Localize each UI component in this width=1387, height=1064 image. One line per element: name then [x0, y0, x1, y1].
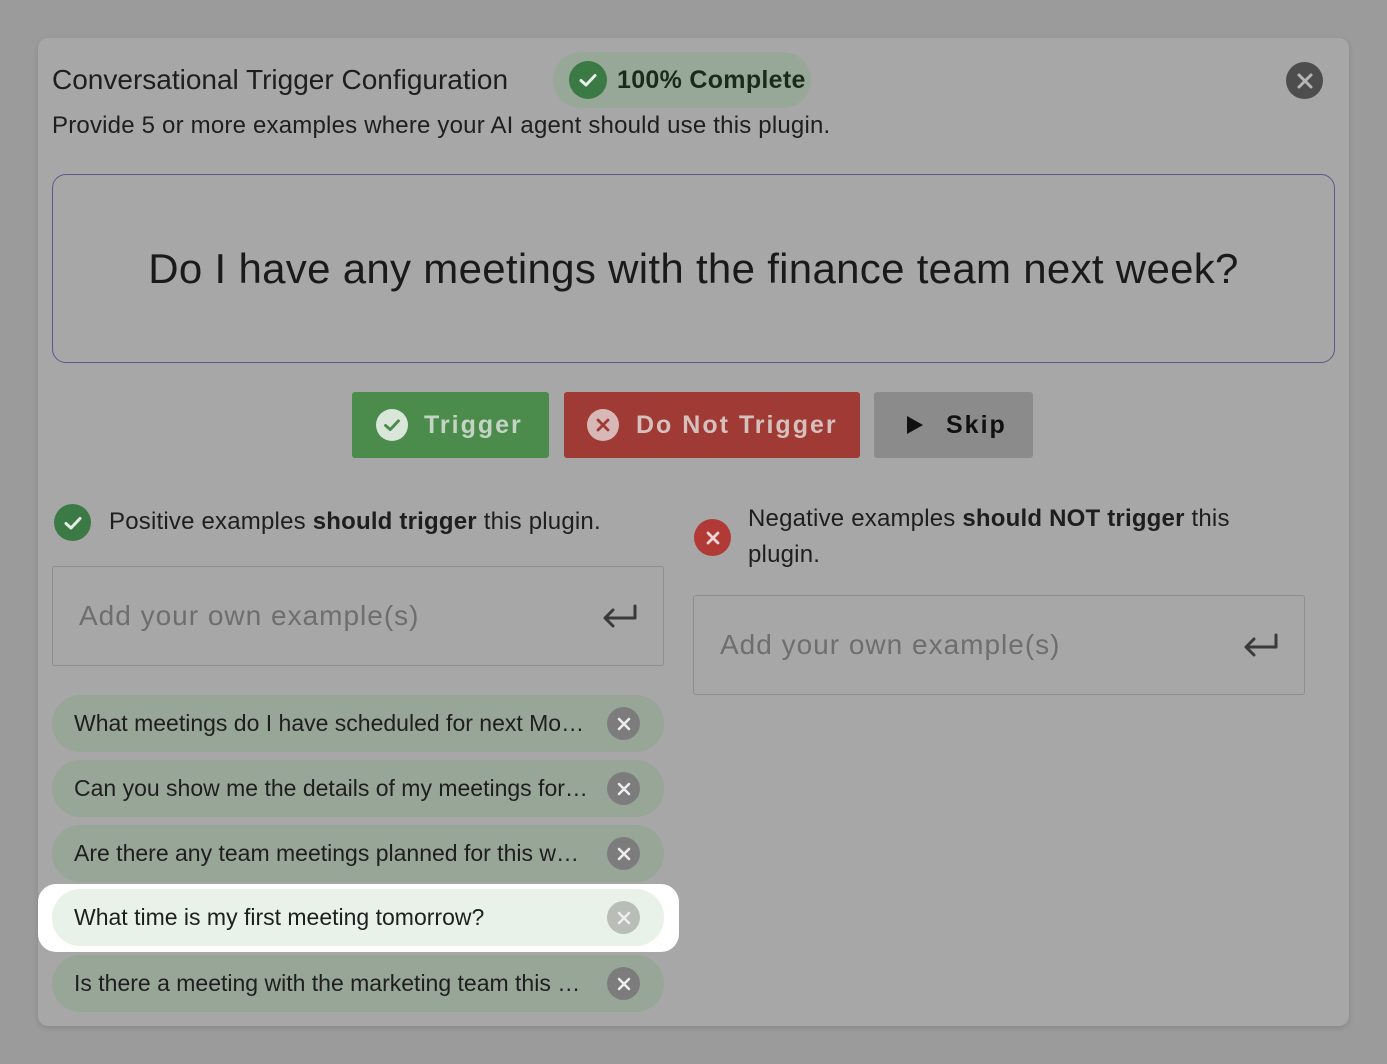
dialog-subtitle: Provide 5 or more examples where your AI…	[52, 112, 831, 139]
x-circle-icon	[587, 409, 619, 441]
highlighted-example: What time is my first meeting tomorrow?	[38, 884, 679, 952]
remove-example-icon[interactable]	[607, 901, 640, 934]
positive-example-input[interactable]	[52, 566, 664, 666]
trigger-config-dialog: Conversational Trigger Configuration 100…	[38, 38, 1349, 1026]
enter-icon[interactable]	[601, 603, 637, 629]
check-circle-icon	[54, 504, 91, 541]
check-circle-icon	[376, 409, 408, 441]
example-chip-text: What time is my first meeting tomorrow?	[74, 904, 485, 930]
example-chip: Is there a meeting with the marketing te…	[52, 955, 664, 1012]
example-chip: Can you show me the details of my meetin…	[52, 760, 664, 817]
do-not-trigger-label: Do Not Trigger	[636, 410, 838, 439]
negative-example-input[interactable]	[693, 595, 1305, 695]
completion-badge: 100% Complete	[553, 52, 811, 108]
dialog-title: Conversational Trigger Configuration	[52, 64, 509, 95]
question-text: Do I have any meetings with the finance …	[148, 244, 1239, 292]
negative-heading: Negative examples should NOT trigger thi…	[694, 501, 1294, 573]
positive-heading: Positive examples should trigger this pl…	[54, 504, 601, 541]
positive-example-field[interactable]	[79, 600, 549, 632]
play-icon	[906, 415, 924, 435]
remove-example-icon[interactable]	[607, 707, 640, 740]
x-circle-icon	[694, 519, 731, 556]
example-chip-text: What meetings do I have scheduled for ne…	[74, 710, 589, 736]
completion-label: 100% Complete	[617, 65, 806, 94]
skip-label: Skip	[946, 410, 1007, 439]
positive-heading-text: Positive examples should trigger this pl…	[109, 508, 601, 535]
example-chip: Are there any team meetings planned for …	[52, 825, 664, 882]
example-chip-text: Are there any team meetings planned for …	[74, 840, 589, 866]
negative-heading-text: Negative examples should NOT trigger thi…	[748, 505, 1230, 568]
remove-example-icon[interactable]	[607, 837, 640, 870]
check-circle-icon	[569, 61, 607, 99]
example-chip-text: Is there a meeting with the marketing te…	[74, 970, 589, 996]
skip-button[interactable]: Skip	[874, 392, 1033, 458]
example-chip: What meetings do I have scheduled for ne…	[52, 695, 664, 752]
do-not-trigger-button[interactable]: Do Not Trigger	[564, 392, 860, 458]
trigger-label: Trigger	[424, 410, 523, 439]
close-icon[interactable]	[1286, 62, 1323, 99]
example-chip: What time is my first meeting tomorrow?	[52, 889, 664, 946]
question-card: Do I have any meetings with the finance …	[52, 174, 1335, 363]
trigger-button[interactable]: Trigger	[352, 392, 549, 458]
negative-example-field[interactable]	[720, 629, 1190, 661]
remove-example-icon[interactable]	[607, 772, 640, 805]
remove-example-icon[interactable]	[607, 967, 640, 1000]
example-chip-text: Can you show me the details of my meetin…	[74, 775, 589, 801]
enter-icon[interactable]	[1242, 632, 1278, 658]
